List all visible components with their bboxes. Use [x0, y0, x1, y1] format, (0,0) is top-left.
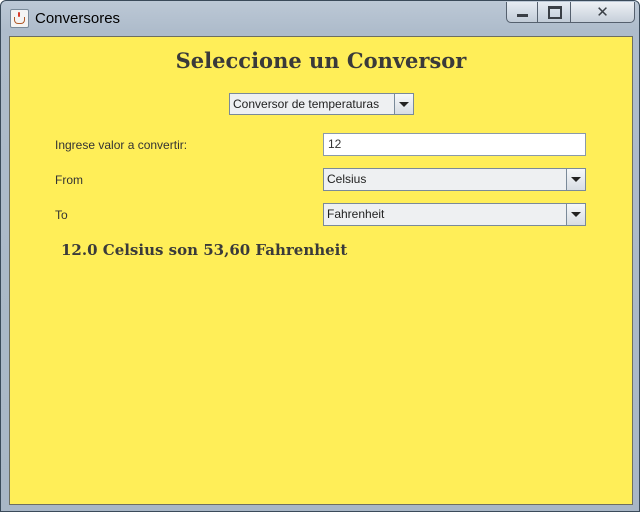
close-icon: ✕ — [596, 3, 609, 21]
chevron-down-icon — [571, 212, 581, 217]
converter-select[interactable]: Conversor de temperaturas — [229, 93, 414, 115]
app-window: Conversores ✕ Seleccione un Conversor Co… — [0, 0, 640, 512]
close-button[interactable]: ✕ — [570, 2, 635, 23]
value-input-text: 12 — [328, 137, 342, 151]
maximize-icon — [548, 6, 562, 19]
maximize-button[interactable] — [537, 2, 571, 23]
window-title: Conversores — [35, 10, 121, 27]
cup-shape — [14, 17, 25, 24]
content-panel: Seleccione un Conversor Conversor de tem… — [9, 36, 633, 505]
converter-select-arrow-button[interactable] — [394, 94, 413, 114]
title-bar[interactable]: Conversores ✕ — [1, 1, 639, 35]
value-label: Ingrese valor a convertir: — [55, 138, 188, 152]
value-input[interactable]: 12 — [323, 133, 586, 156]
from-select-arrow-button[interactable] — [566, 169, 585, 190]
conversion-result: 12.0 Celsius son 53,60 Fahrenheit — [61, 241, 348, 259]
from-select-value: Celsius — [327, 172, 367, 186]
minimize-button[interactable] — [506, 2, 538, 23]
converter-select-value: Conversor de temperaturas — [233, 97, 380, 111]
to-select-arrow-button[interactable] — [566, 204, 585, 225]
minimize-icon — [517, 14, 528, 17]
chevron-down-icon — [399, 102, 409, 107]
from-label: From — [55, 173, 83, 187]
page-title: Seleccione un Conversor — [175, 48, 467, 73]
to-label: To — [55, 208, 68, 222]
chevron-down-icon — [571, 177, 581, 182]
to-select-value: Fahrenheit — [327, 207, 385, 221]
java-app-icon[interactable] — [10, 9, 29, 28]
from-select[interactable]: Celsius — [323, 168, 586, 191]
to-select[interactable]: Fahrenheit — [323, 203, 586, 226]
